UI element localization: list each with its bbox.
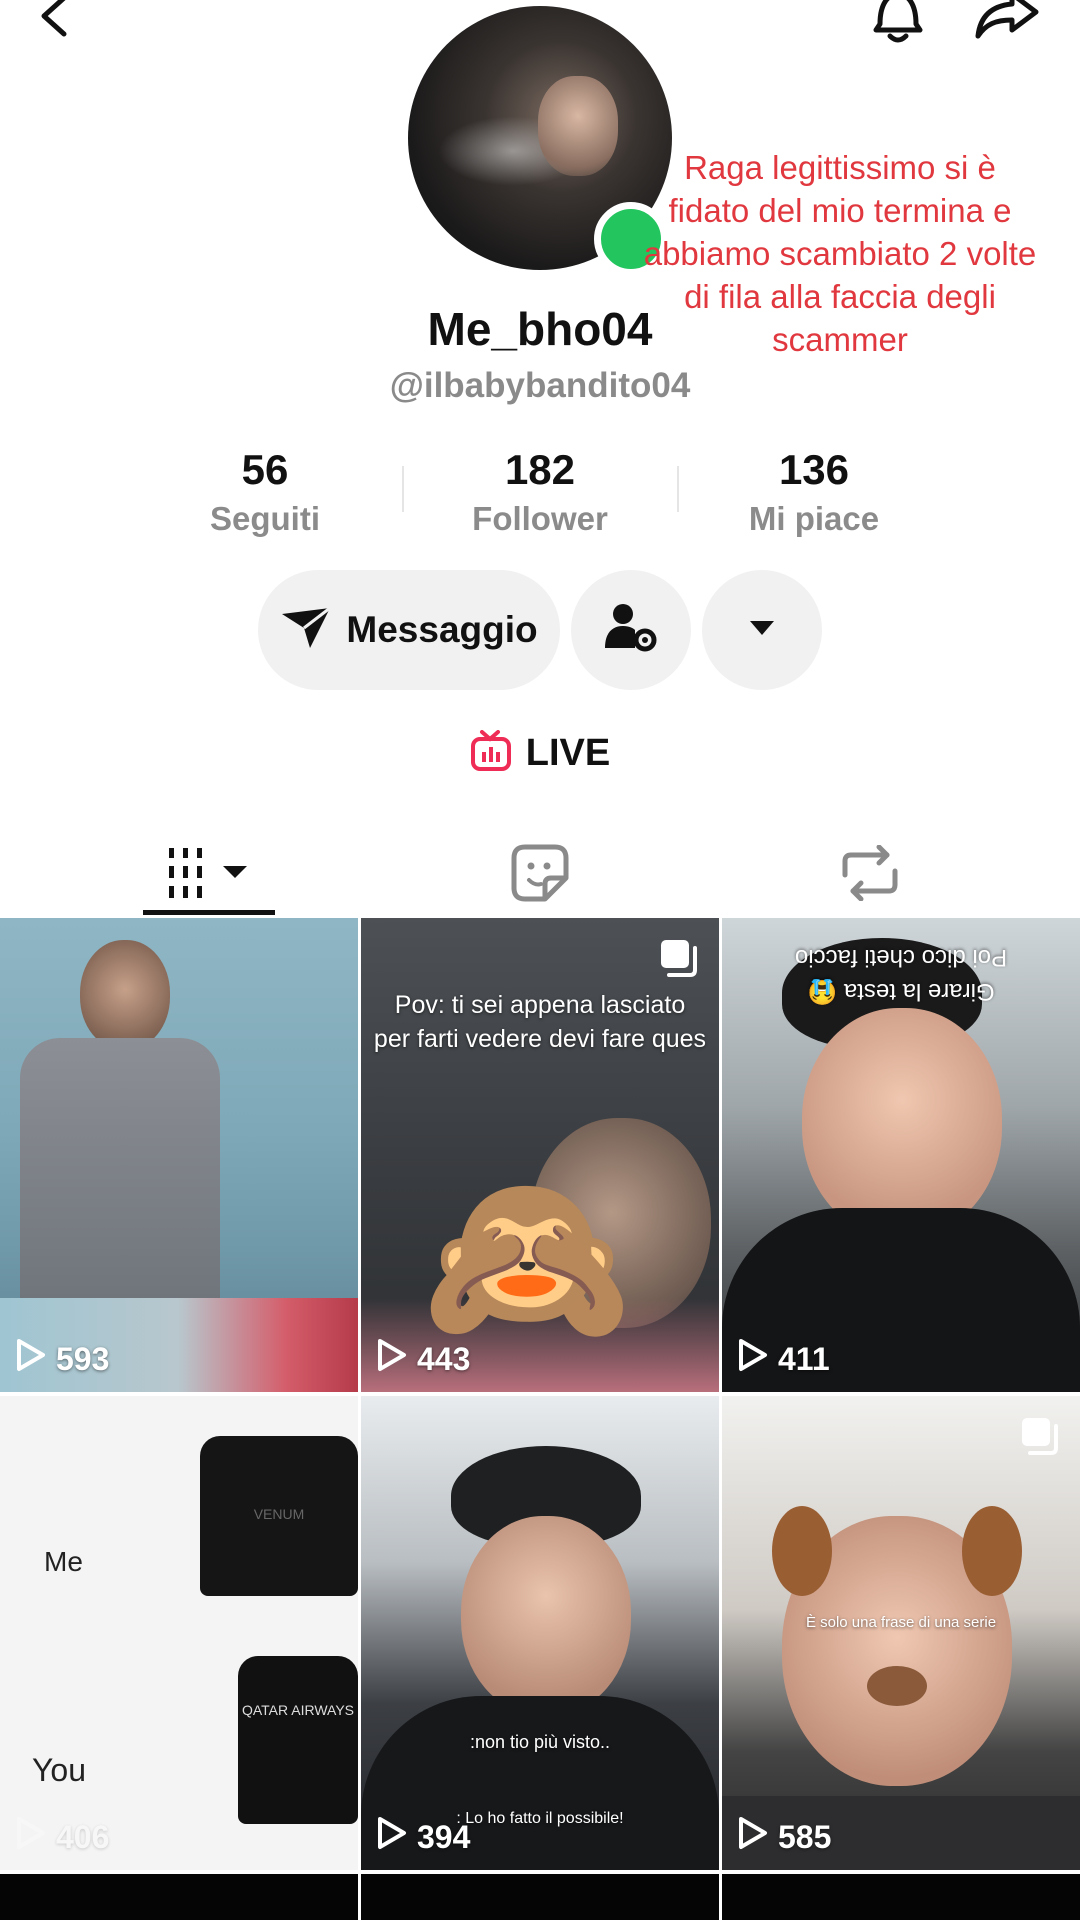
send-icon (280, 606, 332, 655)
video-overlay-text: Pov: ti sei appena lasciato per farti ve… (373, 991, 707, 1053)
multi-clip-icon (1020, 1416, 1060, 1461)
play-icon (16, 1338, 56, 1380)
share-icon[interactable] (974, 0, 1040, 42)
repost-icon (839, 844, 901, 906)
video-thumbnail[interactable] (722, 1874, 1080, 1920)
back-icon[interactable] (34, 0, 74, 44)
meme-label-you: You (32, 1752, 86, 1788)
stat-label: Seguiti (209, 500, 320, 537)
play-icon (377, 1338, 417, 1380)
follow-settings-button[interactable] (571, 570, 691, 690)
monkey-emoji: 🙈 (421, 1163, 633, 1353)
display-name: Me_bho04 (427, 303, 653, 355)
stat-divider (402, 466, 404, 512)
view-count: 394 (377, 1816, 470, 1858)
active-tab-indicator (143, 910, 275, 915)
tab-reposts[interactable] (820, 832, 920, 918)
stat-divider (677, 466, 679, 512)
multi-clip-icon (659, 938, 699, 983)
content-tabs (0, 832, 1080, 918)
caret-down-icon (748, 619, 776, 642)
video-overlay-text: È solo una frase di una serie (805, 1614, 997, 1631)
message-button[interactable]: Messaggio (258, 570, 560, 690)
handle: @ilbabybandito04 (389, 366, 691, 405)
play-icon (738, 1816, 778, 1858)
bell-icon[interactable] (870, 0, 926, 46)
message-label: Messaggio (346, 609, 538, 650)
stat-value: 182 (504, 446, 576, 493)
user-gear-icon (603, 602, 659, 659)
video-thumbnail[interactable]: VENUM QATAR AIRWAYS Me You 406 (0, 1396, 358, 1870)
stat-value: 56 (241, 446, 289, 493)
sticker-icon (511, 844, 569, 907)
grid-bars-icon (167, 847, 251, 903)
video-thumbnail[interactable]: È solo una frase di una serie 585 (722, 1396, 1080, 1870)
video-thumbnail[interactable]: :non tio più visto.. : Lo ho fatto il po… (361, 1396, 719, 1870)
play-icon (377, 1816, 417, 1858)
play-icon (16, 1816, 56, 1858)
shirt-image: VENUM (200, 1436, 358, 1596)
stat-followers[interactable]: 182 Follower (430, 446, 650, 538)
stat-value: 136 (778, 446, 850, 493)
stat-label: Follower (472, 500, 608, 537)
tab-stickers[interactable] (490, 832, 590, 918)
view-count: 593 (16, 1338, 109, 1380)
view-count: 411 (738, 1338, 830, 1380)
video-thumbnail[interactable] (361, 1874, 719, 1920)
live-link[interactable]: LIVE (0, 730, 1080, 777)
view-count: 406 (16, 1816, 109, 1858)
live-tv-icon (470, 730, 512, 777)
shirt-image: QATAR AIRWAYS (238, 1656, 358, 1824)
stat-label: Mi piace (748, 500, 880, 537)
video-overlay-text: :non tio più visto.. (469, 1732, 611, 1752)
tab-videos[interactable] (143, 832, 275, 918)
more-options-button[interactable] (702, 570, 822, 690)
meme-label-me: Me (44, 1546, 83, 1577)
live-label: LIVE (525, 732, 611, 774)
video-thumbnail[interactable] (0, 1874, 358, 1920)
view-count: 443 (377, 1338, 470, 1380)
video-thumbnail[interactable]: Girare la testa 😭 Poi dico cheti faccio … (722, 918, 1080, 1392)
video-thumbnail[interactable]: 🙈 Pov: ti sei appena lasciato per farti … (361, 918, 719, 1392)
stat-likes[interactable]: 136 Mi piace (704, 446, 924, 538)
stat-following[interactable]: 56 Seguiti (155, 446, 375, 538)
play-icon (738, 1338, 778, 1380)
video-overlay-text: Girare la testa 😭 Poi dico cheti faccio (794, 944, 1008, 1005)
view-count: 585 (738, 1816, 831, 1858)
video-thumbnail[interactable]: 593 (0, 918, 358, 1392)
